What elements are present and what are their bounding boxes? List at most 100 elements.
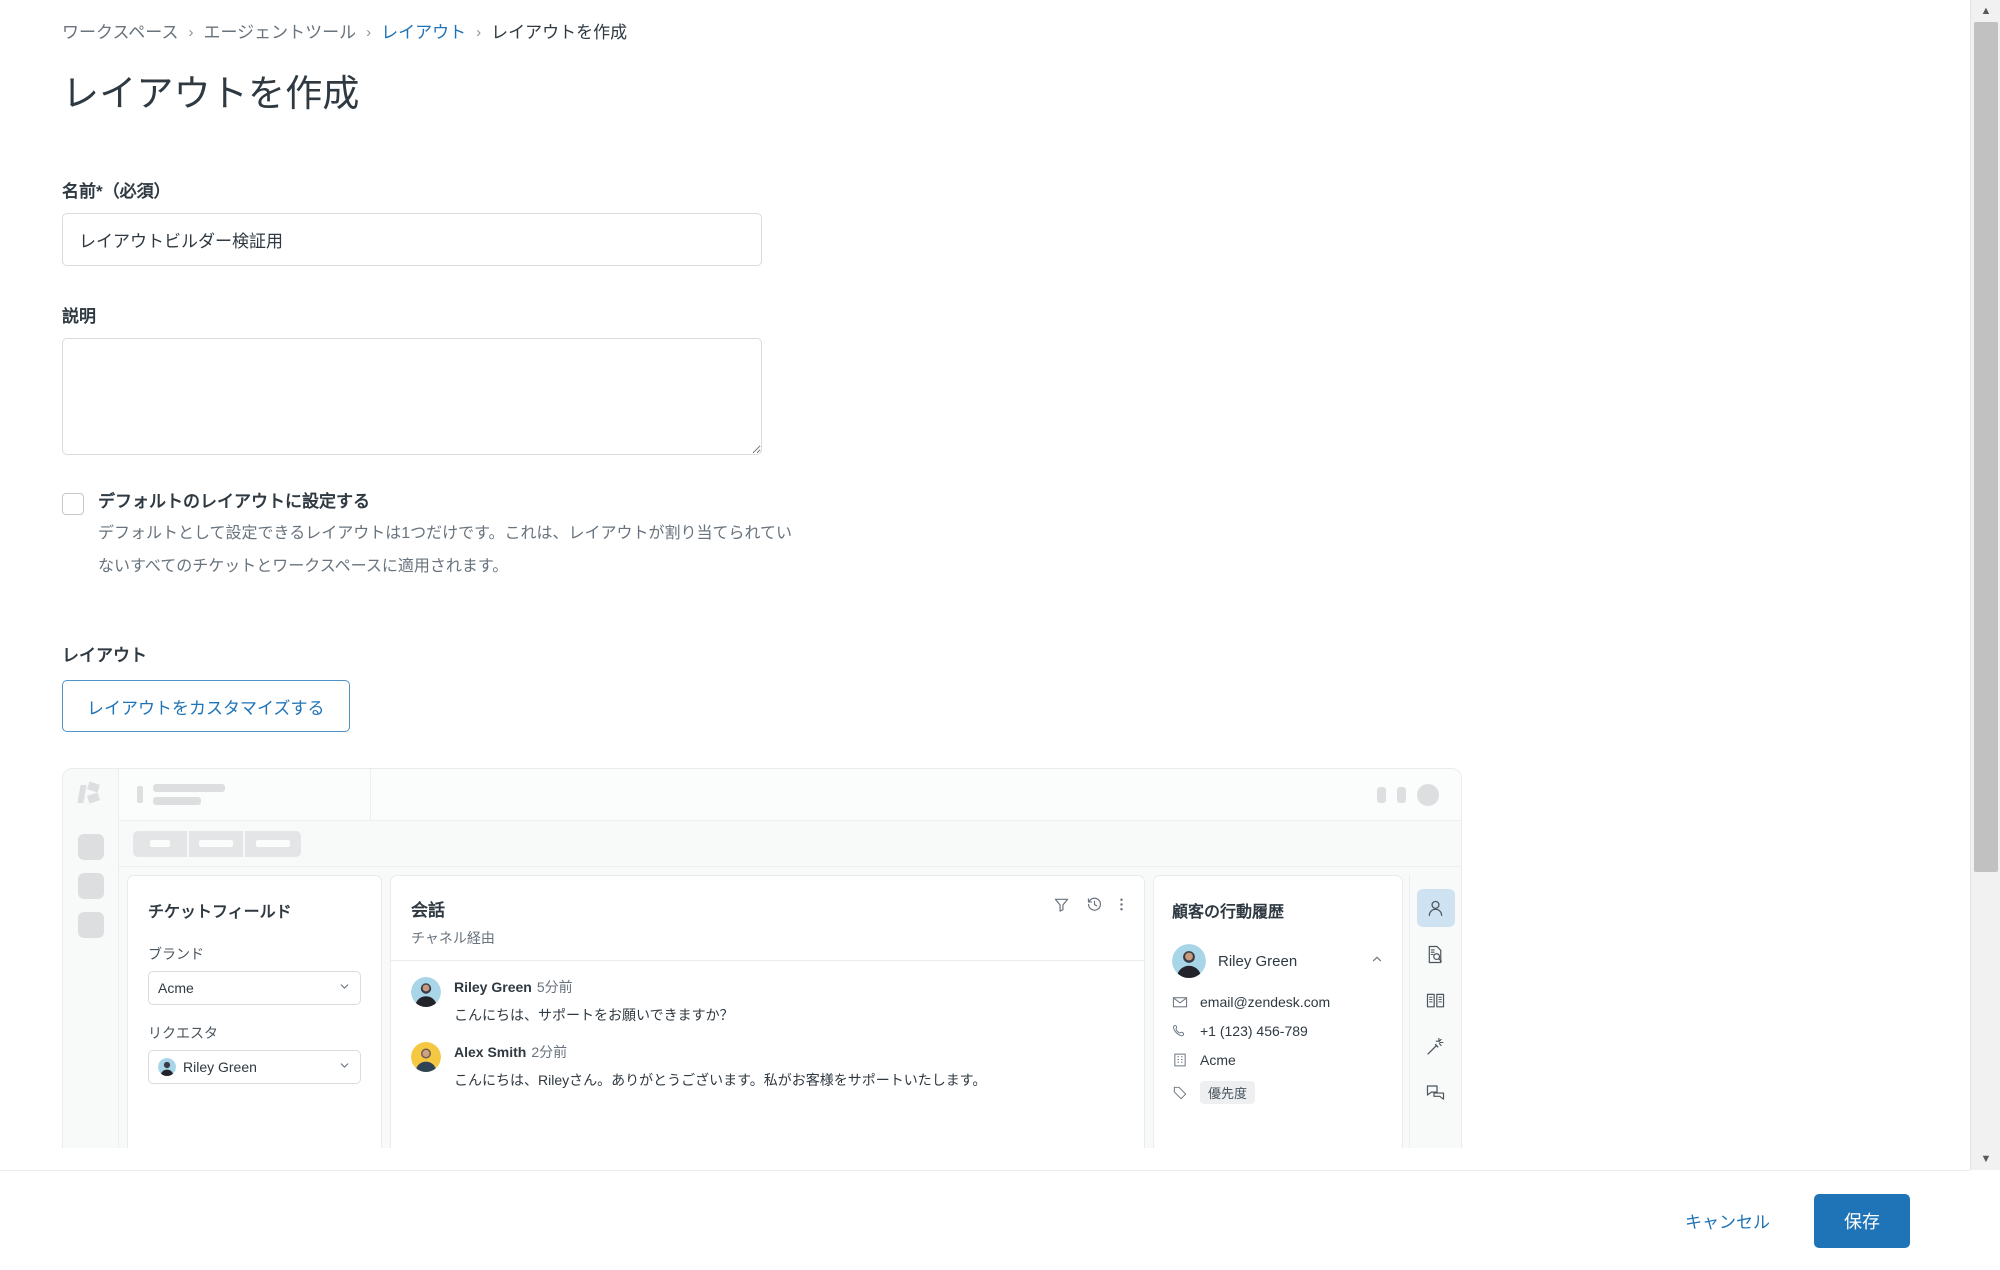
magic-wand-icon[interactable]: [1417, 1027, 1455, 1065]
conversation-message: Riley Green 5分前 こんにちは、サポートをお願いできますか？: [411, 977, 1124, 1024]
avatar: [411, 977, 441, 1007]
default-layout-checkbox-description: デフォルトとして設定できるレイアウトは1つだけです。これは、レイアウトが割り当て…: [98, 525, 793, 575]
message-author: Riley Green: [454, 979, 532, 995]
customer-context-panel: 顧客の行動履歴 Riley Green email@zendesk.com +1…: [1153, 875, 1403, 1148]
message-text: こんにちは、サポートをお願いできますか？: [454, 1007, 734, 1023]
tab-line-2: [153, 797, 201, 805]
scroll-up-arrow-icon[interactable]: ▲: [1971, 0, 2000, 22]
default-layout-checkbox-row[interactable]: デフォルトのレイアウトに設定する デフォルトとして設定できるレイアウトは1つだけ…: [62, 491, 1970, 583]
name-label: 名前*（必須）: [62, 182, 171, 201]
topbar-avatar-placeholder: [1417, 783, 1439, 806]
customer-tag-row: 優先度: [1172, 1081, 1384, 1104]
page-title: レイアウトを作成: [62, 73, 360, 114]
customer-company-value: Acme: [1200, 1052, 1236, 1068]
ticket-fields-title: チケットフィールド: [148, 904, 292, 921]
customer-email-value: email@zendesk.com: [1200, 994, 1331, 1010]
subbar-pill-2: [189, 830, 245, 857]
email-icon: [1172, 994, 1188, 1010]
subbar-pill-3: [245, 830, 301, 857]
default-layout-checkbox-label: デフォルトのレイアウトに設定する: [98, 492, 370, 511]
scrollbar-thumb[interactable]: [1974, 22, 1998, 872]
breadcrumb-item-workspace[interactable]: ワークスペース: [62, 22, 178, 44]
name-input[interactable]: [62, 213, 762, 266]
topbar-placeholder-2: [1397, 786, 1406, 803]
layout-section: レイアウト レイアウトをカスタマイズする: [62, 641, 1970, 732]
avatar: [411, 1042, 441, 1072]
name-field-block: 名前*（必須）: [62, 177, 1970, 266]
customer-context-title: 顧客の行動履歴: [1172, 904, 1285, 921]
description-label: 説明: [62, 307, 96, 326]
layout-form: 名前*（必須） 説明 デフォルトのレイアウトに設定する デフォルトとして設定でき…: [62, 177, 1970, 1148]
history-icon[interactable]: [1086, 896, 1103, 918]
default-layout-checkbox[interactable]: [62, 493, 84, 515]
chevron-up-icon[interactable]: [1370, 952, 1384, 971]
customer-company-row: Acme: [1172, 1052, 1384, 1068]
subbar-pill-1: [133, 830, 189, 857]
app-root: ワークスペース › エージェントツール › レイアウト › レイアウトを作成 レ…: [0, 0, 2000, 1270]
preview-topbar-right: [1377, 783, 1461, 806]
brand-select-value: Acme: [158, 980, 194, 996]
preview-main: チケットフィールド ブランド Acme リクエスタ Riley Green 会話…: [119, 769, 1461, 1148]
filter-icon[interactable]: [1053, 896, 1070, 918]
requester-select[interactable]: Riley Green: [148, 1050, 361, 1084]
tab-accent-bar: [137, 786, 143, 803]
preview-app-icon-rail: [1409, 875, 1461, 1148]
brand-select[interactable]: Acme: [148, 971, 361, 1005]
customer-person-row[interactable]: Riley Green: [1172, 944, 1384, 978]
rail-placeholder-2: [77, 873, 104, 899]
breadcrumb-item-layouts[interactable]: レイアウト: [381, 22, 466, 44]
preview-left-rail: [63, 769, 119, 1148]
conversation-subtitle: チャネル経由: [411, 930, 495, 946]
phone-icon: [1172, 1023, 1188, 1039]
scroll-down-arrow-icon[interactable]: ▼: [1971, 1148, 2000, 1170]
preview-subbar: [119, 821, 1461, 867]
layout-preview: チケットフィールド ブランド Acme リクエスタ Riley Green 会話…: [62, 768, 1462, 1148]
customize-layout-button[interactable]: レイアウトをカスタマイズする: [62, 680, 350, 732]
description-field-block: 説明: [62, 302, 1970, 455]
brand-field-label: ブランド: [148, 946, 204, 962]
conversation-message: Alex Smith 2分前 こんにちは、Rileyさん。ありがとうございます。私…: [411, 1042, 1124, 1089]
tag-icon: [1172, 1085, 1188, 1101]
form-action-bar: キャンセル 保存: [0, 1170, 1970, 1270]
description-textarea[interactable]: [62, 338, 762, 455]
message-time: 5分前: [536, 979, 573, 995]
preview-topbar: [119, 769, 1461, 821]
requester-field-label: リクエスタ: [148, 1025, 218, 1041]
breadcrumb-separator-3: ›: [476, 24, 482, 41]
company-icon: [1172, 1052, 1188, 1068]
chevron-down-icon: [338, 1059, 351, 1075]
cancel-button[interactable]: キャンセル: [1675, 1200, 1780, 1241]
breadcrumb-separator-1: ›: [188, 24, 194, 41]
conversation-actions: [1053, 896, 1124, 918]
breadcrumb-item-agent-tools[interactable]: エージェントツール: [203, 22, 356, 44]
preview-tab-placeholder: [119, 769, 371, 821]
customer-phone-row: +1 (123) 456-789: [1172, 1023, 1384, 1039]
customer-phone-value: +1 (123) 456-789: [1200, 1023, 1308, 1039]
more-options-icon[interactable]: [1119, 896, 1124, 918]
page-scrollbar[interactable]: ▲ ▼: [1970, 0, 2000, 1170]
message-text: こんにちは、Rileyさん。ありがとうございます。私がお客様をサポートいたします…: [454, 1072, 987, 1088]
tab-line-1: [153, 784, 225, 792]
customer-email-row: email@zendesk.com: [1172, 994, 1384, 1010]
requester-avatar: [158, 1058, 176, 1076]
layout-preview-wrapper: チケットフィールド ブランド Acme リクエスタ Riley Green 会話…: [62, 768, 1462, 1148]
knowledge-book-icon[interactable]: [1417, 981, 1455, 1019]
conversation-messages: Riley Green 5分前 こんにちは、サポートをお願いできますか？ Ale…: [391, 961, 1144, 1089]
save-button[interactable]: 保存: [1814, 1193, 1910, 1248]
conversation-title: 会話: [411, 901, 445, 920]
rail-placeholder-1: [77, 834, 104, 860]
preview-body: チケットフィールド ブランド Acme リクエスタ Riley Green 会話…: [119, 867, 1461, 1148]
breadcrumb: ワークスペース › エージェントツール › レイアウト › レイアウトを作成: [62, 22, 1970, 44]
user-icon[interactable]: [1416, 889, 1455, 927]
ticket-fields-panel: チケットフィールド ブランド Acme リクエスタ Riley Green: [127, 875, 382, 1148]
document-search-icon[interactable]: [1417, 935, 1455, 973]
layout-section-label: レイアウト: [62, 646, 147, 665]
breadcrumb-separator-2: ›: [366, 24, 372, 41]
chat-bubbles-icon[interactable]: [1417, 1073, 1455, 1111]
preview-button-group-placeholder: [133, 830, 301, 857]
rail-placeholder-3: [77, 912, 104, 938]
requester-select-value: Riley Green: [183, 1059, 257, 1075]
message-author: Alex Smith: [454, 1044, 527, 1060]
topbar-placeholder-1: [1377, 786, 1386, 803]
zendesk-logo-icon: [76, 781, 103, 805]
